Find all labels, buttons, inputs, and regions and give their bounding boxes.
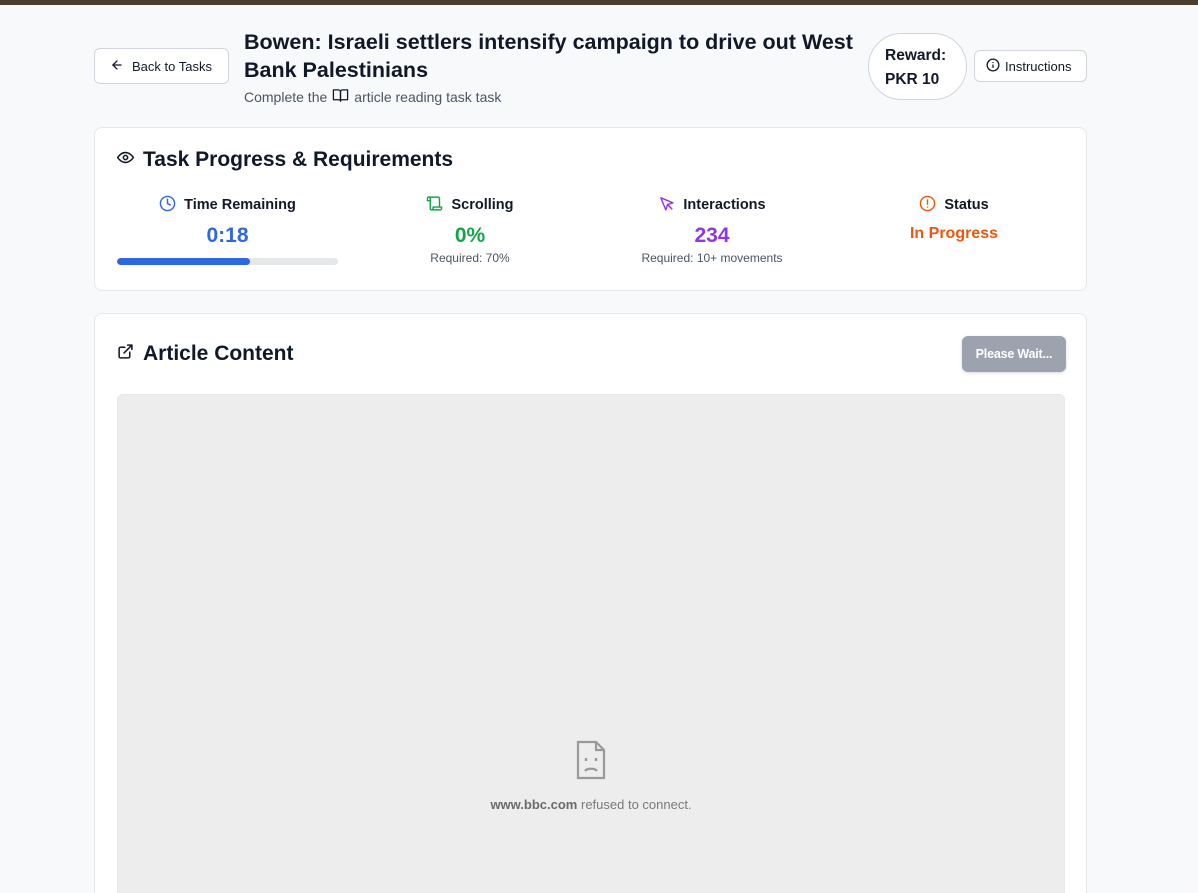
interactions-metric: Interactions 234 Required: 10+ movements	[612, 195, 812, 265]
connection-error-message: www.bbc.com refused to connect.	[118, 797, 1064, 812]
reward-label: Reward:	[885, 47, 947, 64]
time-remaining-bar	[117, 258, 338, 265]
connection-error: www.bbc.com refused to connect.	[118, 740, 1064, 812]
please-wait-button[interactable]: Please Wait...	[962, 336, 1066, 372]
scrolling-requirement: Required: 70%	[430, 251, 510, 265]
article-content-card: Article Content Please Wait... www.bbc.c…	[94, 313, 1087, 893]
scrolling-value: 0%	[454, 224, 486, 247]
article-content-heading: Article Content	[117, 342, 294, 366]
task-progress-heading: Task Progress & Requirements	[116, 148, 454, 172]
external-link-icon	[117, 342, 134, 366]
scrolling-label: Scrolling	[451, 197, 514, 213]
status-metric: Status In Progress	[854, 195, 1054, 247]
back-to-tasks-button[interactable]: Back to Tasks	[94, 48, 229, 84]
arrow-left-icon	[110, 58, 124, 75]
time-remaining-metric: Time Remaining 0:18	[117, 195, 338, 249]
interactions-requirement: Required: 10+ movements	[641, 251, 783, 265]
subtitle-prefix: Complete the	[244, 89, 328, 105]
error-text: refused to connect.	[580, 797, 692, 812]
error-domain: www.bbc.com	[490, 797, 578, 812]
task-progress-title: Task Progress & Requirements	[143, 148, 454, 171]
book-icon	[332, 88, 349, 106]
interactions-value: 234	[694, 224, 730, 247]
time-remaining-label: Time Remaining	[184, 197, 296, 213]
article-iframe[interactable]: www.bbc.com refused to connect.	[117, 394, 1065, 893]
page-subtitle: Complete the article reading task task	[244, 88, 874, 106]
interactions-label: Interactions	[683, 197, 766, 213]
status-label: Status	[944, 197, 989, 213]
status-value: In Progress	[909, 225, 999, 242]
page-header: Bowen: Israeli settlers intensify campai…	[244, 28, 874, 106]
alert-circle-icon	[919, 195, 936, 216]
time-remaining-value: 0:18	[206, 224, 249, 247]
sad-document-icon	[575, 740, 607, 784]
clock-icon	[159, 195, 176, 216]
cursor-icon	[658, 195, 675, 216]
info-icon	[986, 58, 1000, 75]
reward-badge: Reward: PKR 10	[868, 33, 967, 100]
back-to-tasks-label: Back to Tasks	[132, 58, 212, 74]
eye-icon	[116, 148, 135, 172]
article-content-title: Article Content	[143, 342, 294, 365]
page-title: Bowen: Israeli settlers intensify campai…	[244, 30, 853, 82]
subtitle-suffix: article reading task task	[354, 89, 502, 105]
reward-value: PKR 10	[885, 71, 940, 88]
scrolling-metric: Scrolling 0% Required: 70%	[370, 195, 570, 265]
time-remaining-bar-fill	[117, 258, 250, 265]
top-accent-bar	[0, 0, 1198, 5]
instructions-label: Instructions	[1005, 58, 1072, 74]
scroll-icon	[426, 195, 443, 216]
instructions-button[interactable]: Instructions	[974, 50, 1087, 82]
task-progress-card: Task Progress & Requirements Time Remain…	[94, 127, 1087, 291]
